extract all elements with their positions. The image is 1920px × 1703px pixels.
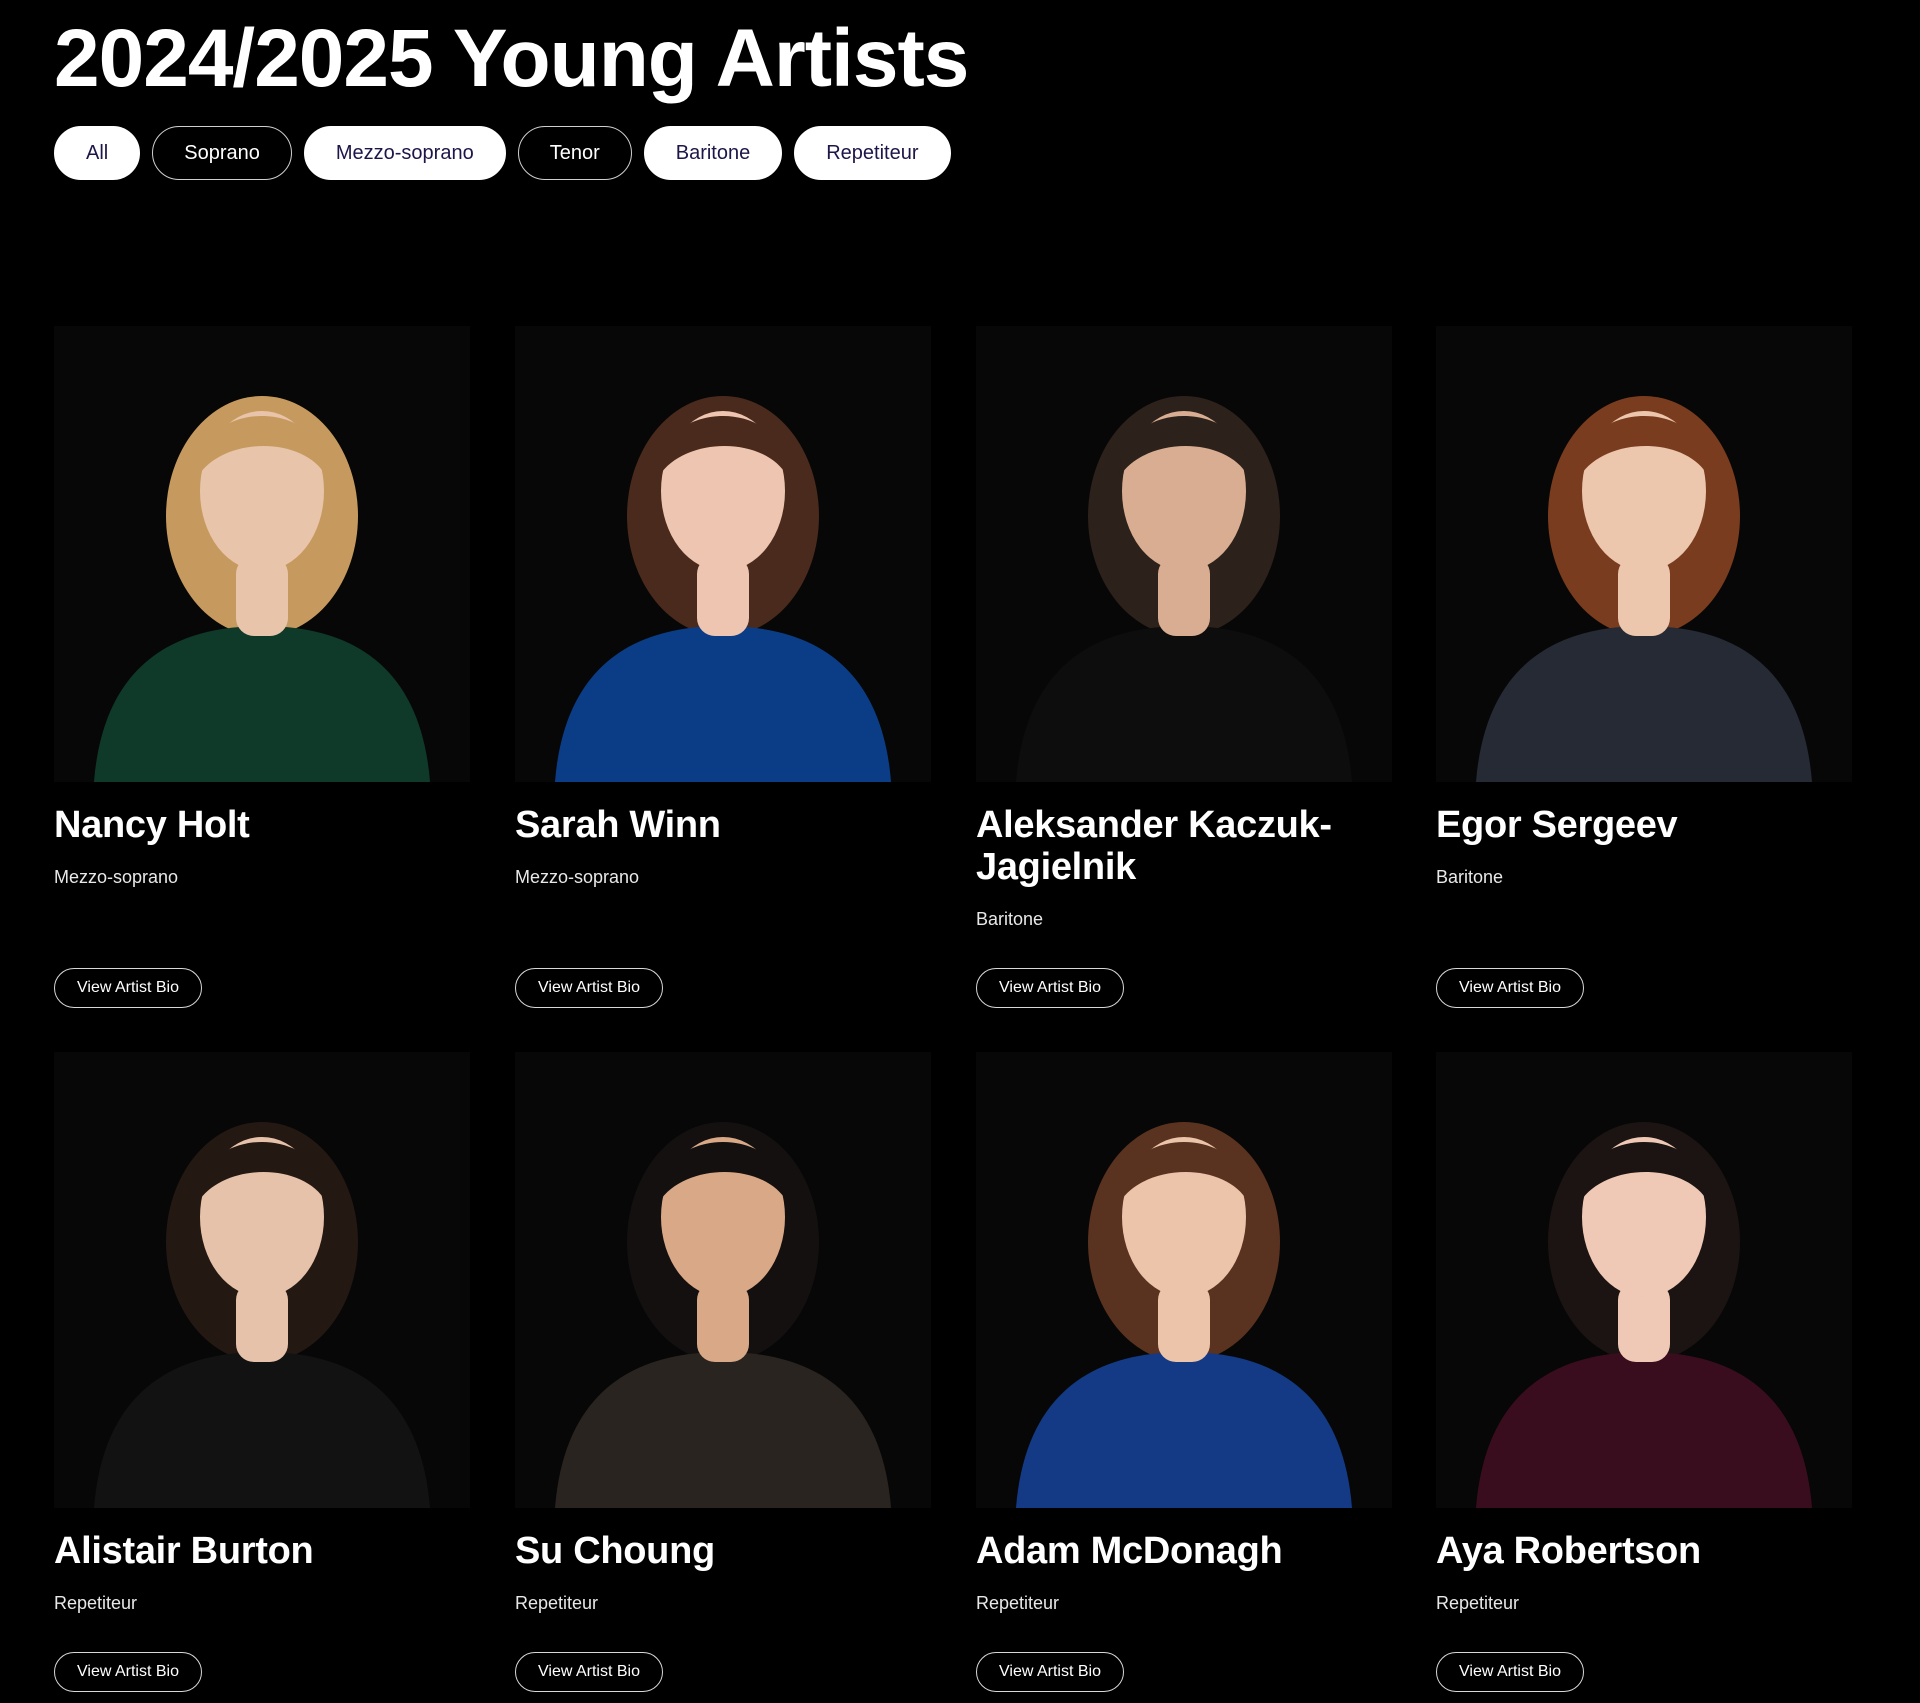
artist-photo[interactable] [976,326,1392,782]
artist-photo[interactable] [976,1052,1392,1508]
artist-card: Sarah Winn Mezzo-soprano View Artist Bio [515,326,931,1008]
filter-repetiteur[interactable]: Repetiteur [794,126,951,180]
view-artist-bio-button[interactable]: View Artist Bio [54,1652,202,1692]
artist-voice-type: Repetiteur [1436,1593,1520,1613]
artist-voice-type: Repetiteur [976,1593,1060,1613]
artist-photo[interactable] [54,326,470,782]
view-artist-bio-button[interactable]: View Artist Bio [1436,1652,1584,1692]
filter-soprano[interactable]: Soprano [152,126,292,180]
artist-name: Adam McDonagh [976,1530,1283,1572]
artist-photo[interactable] [515,1052,931,1508]
filter-baritone[interactable]: Baritone [643,126,783,180]
filter-tenor[interactable]: Tenor [517,126,632,180]
artist-name: Egor Sergeev [1436,804,1678,846]
artist-voice-type: Mezzo-soprano [54,867,179,887]
artist-card: Alistair Burton Repetiteur View Artist B… [54,1052,470,1692]
artist-card: Aleksander Kaczuk-Jagielnik Baritone Vie… [976,326,1392,1008]
filter-mezzo-soprano[interactable]: Mezzo-soprano [303,126,506,180]
view-artist-bio-button[interactable]: View Artist Bio [976,1652,1124,1692]
view-artist-bio-button[interactable]: View Artist Bio [1436,968,1584,1008]
artist-name: Aleksander Kaczuk-Jagielnik [976,804,1332,888]
artist-card: Su Choung Repetiteur View Artist Bio [515,1052,931,1692]
artist-name: Sarah Winn [515,804,721,846]
artist-card: Nancy Holt Mezzo-soprano View Artist Bio [54,326,470,1008]
filter-all[interactable]: All [54,126,141,180]
artist-photo[interactable] [1436,326,1852,782]
artist-name: Aya Robertson [1436,1530,1701,1572]
view-artist-bio-button[interactable]: View Artist Bio [976,968,1124,1008]
artist-name: Alistair Burton [54,1530,314,1572]
artist-voice-type: Repetiteur [54,1593,138,1613]
artist-name: Su Choung [515,1530,715,1572]
artist-photo[interactable] [1436,1052,1852,1508]
view-artist-bio-button[interactable]: View Artist Bio [515,968,663,1008]
artist-voice-type: Mezzo-soprano [515,867,640,887]
artist-card: Adam McDonagh Repetiteur View Artist Bio [976,1052,1392,1692]
artist-voice-type: Baritone [976,909,1044,929]
artist-voice-type: Baritone [1436,867,1504,887]
page-title: 2024/2025 Young Artists [54,13,969,104]
artist-photo[interactable] [54,1052,470,1508]
voice-type-filters: All Soprano Mezzo-soprano Tenor Baritone… [54,126,951,180]
artist-name: Nancy Holt [54,804,250,846]
view-artist-bio-button[interactable]: View Artist Bio [54,968,202,1008]
artist-voice-type: Repetiteur [515,1593,599,1613]
view-artist-bio-button[interactable]: View Artist Bio [515,1652,663,1692]
artist-card: Aya Robertson Repetiteur View Artist Bio [1436,1052,1852,1692]
artist-card: Egor Sergeev Baritone View Artist Bio [1436,326,1852,1008]
artist-photo[interactable] [515,326,931,782]
